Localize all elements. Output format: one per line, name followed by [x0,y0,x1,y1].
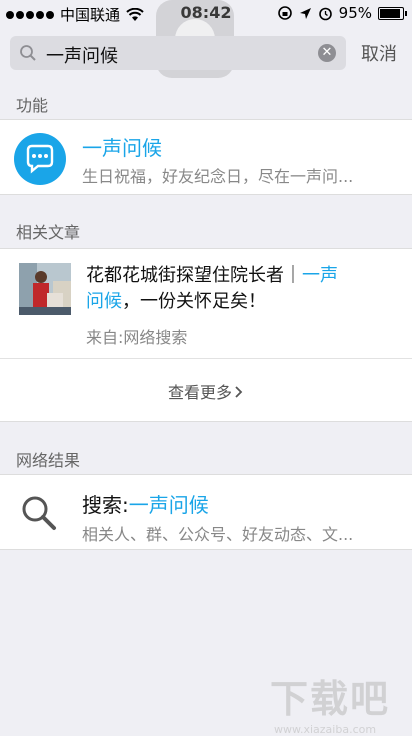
battery-percent: 95% [338,4,372,22]
watermark-text: 下载吧 [270,677,391,721]
articles-card: 花都花城街探望住院长者｜一声问候，一份关怀足矣！ 来自:网络搜索 查看更多 [0,248,412,422]
search-icon [22,496,56,530]
search-bar: 一声问候 ✕ 取消 [0,30,412,76]
article-source: 来自:网络搜索 [86,328,188,347]
battery-icon [378,6,407,20]
search-icon [20,45,36,61]
view-more-label: 查看更多 [167,383,232,402]
web-search-prefix: 搜索: [82,493,129,517]
web-search-result-item[interactable]: 搜索:一声问候 相关人、群、公众号、好友动态、文... [0,474,412,550]
functions-section-label: 功能 [16,96,49,115]
function-result-item[interactable]: 一声问候 生日祝福，好友纪念日，尽在一声问... [0,119,412,195]
watermark-logo: 下载吧 www.xiazaiba.com [270,668,408,736]
divider [0,358,412,359]
function-description: 生日祝福，好友纪念日，尽在一声问... [82,167,354,186]
alarm-icon [318,7,332,20]
watermark-url: www.xiazaiba.com [274,723,377,736]
chevron-right-icon [235,386,243,398]
view-more-button[interactable]: 查看更多 [0,379,412,403]
web-search-title: 搜索:一声问候 [82,489,209,518]
rotation-lock-icon [277,6,292,20]
search-query-text: 一声问候 [46,46,118,67]
search-input[interactable]: 一声问候 ✕ [10,36,346,70]
article-thumbnail [19,263,71,315]
function-title: 一声问候 [82,136,162,160]
cancel-button[interactable]: 取消 [361,40,397,66]
articles-section-label: 相关文章 [16,223,81,242]
article-title-highlight: 问候 [86,291,122,312]
article-title-text: ，一份关怀足矣！ [122,291,266,312]
chat-bubble-icon [14,133,66,185]
article-title[interactable]: 花都花城街探望住院长者｜一声问候，一份关怀足矣！ [86,263,386,315]
web-search-description: 相关人、群、公众号、好友动态、文... [82,525,354,544]
web-search-query: 一声问候 [128,493,209,517]
article-title-highlight: 一声 [302,265,338,286]
location-arrow-icon [299,7,311,19]
article-title-text: 花都花城街探望住院长者｜ [86,265,302,286]
web-results-section-label: 网络结果 [16,451,81,470]
clear-search-icon[interactable]: ✕ [318,44,336,62]
